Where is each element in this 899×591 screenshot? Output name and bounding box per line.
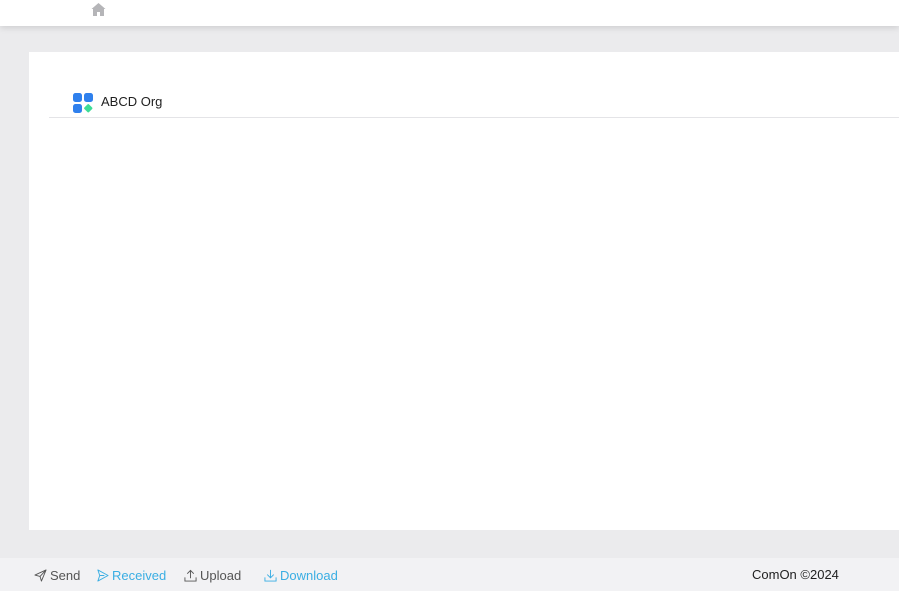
nav-send[interactable]: Send [34,567,80,583]
upload-icon [184,569,197,582]
main-panel: ABCD Org [29,52,899,530]
paper-plane-icon [34,568,47,582]
nav-download[interactable]: Download [264,567,338,583]
apps-grid-icon [73,93,93,113]
org-list-item[interactable]: ABCD Org [49,92,899,118]
nav-received-label: Received [112,567,167,583]
nav-received[interactable]: Received [96,567,166,583]
org-name: ABCD Org [101,94,163,109]
download-icon [264,569,277,582]
copyright-text: ComOn ©2024 [752,567,839,582]
nav-upload[interactable]: Upload [184,567,241,583]
paper-plane-outline-icon [97,568,109,582]
home-icon[interactable] [90,2,107,18]
bottom-bar: Send Received Upload Download ComOn ©202… [0,558,899,591]
top-bar [0,0,899,26]
nav-download-label: Download [280,567,338,583]
nav-send-label: Send [50,567,81,583]
nav-upload-label: Upload [200,567,242,583]
